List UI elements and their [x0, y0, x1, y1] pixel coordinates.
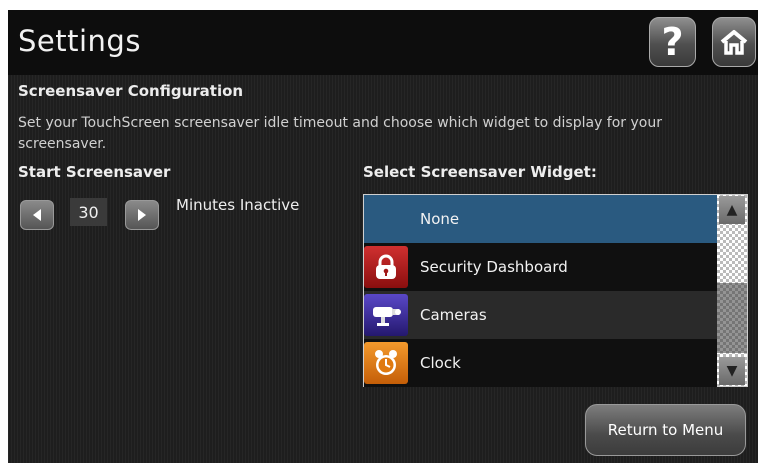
scrollbar-thumb[interactable] [717, 283, 747, 353]
section-title: Screensaver Configuration [18, 82, 244, 100]
decrease-timeout-button[interactable] [20, 200, 54, 230]
widget-option-label: Clock [420, 354, 461, 372]
widget-option-clock[interactable]: Clock [364, 339, 717, 387]
lock-icon [364, 246, 408, 288]
camera-icon [364, 294, 408, 336]
widget-option-security-dashboard[interactable]: Security Dashboard [364, 243, 717, 291]
widget-listbox[interactable]: None Security Dashboard Cameras Clock ▲ … [363, 194, 748, 387]
arrow-down-icon: ▼ [726, 363, 738, 379]
widget-list-scrollbar[interactable]: ▲ ▼ [717, 195, 747, 386]
select-widget-label: Select Screensaver Widget: [363, 163, 597, 181]
alarm-clock-icon [364, 342, 408, 384]
home-button[interactable] [712, 17, 756, 67]
arrow-left-icon [33, 209, 41, 221]
top-bar: Settings ? [8, 10, 758, 75]
scroll-down-button[interactable]: ▼ [719, 357, 745, 385]
home-icon [720, 30, 748, 55]
page-title: Settings [18, 24, 141, 58]
minutes-inactive-label: Minutes Inactive [176, 196, 300, 214]
start-screensaver-label: Start Screensaver [18, 163, 171, 181]
increase-timeout-button[interactable] [125, 200, 159, 230]
arrow-up-icon: ▲ [726, 202, 738, 218]
settings-screen: Settings ? Screensaver Configuration Set… [8, 10, 758, 463]
widget-option-label: None [420, 210, 460, 228]
widget-option-label: Cameras [420, 306, 487, 324]
widget-option-label: Security Dashboard [420, 258, 568, 276]
return-to-menu-button[interactable]: Return to Menu [585, 404, 746, 456]
arrow-right-icon [138, 209, 146, 221]
scroll-up-button[interactable]: ▲ [719, 196, 745, 224]
help-button[interactable]: ? [649, 17, 696, 67]
help-icon: ? [661, 20, 684, 64]
widget-option-none[interactable]: None [364, 195, 717, 243]
widget-option-cameras[interactable]: Cameras [364, 291, 717, 339]
section-description: Set your TouchScreen screensaver idle ti… [18, 115, 662, 152]
timeout-value: 30 [70, 198, 107, 226]
